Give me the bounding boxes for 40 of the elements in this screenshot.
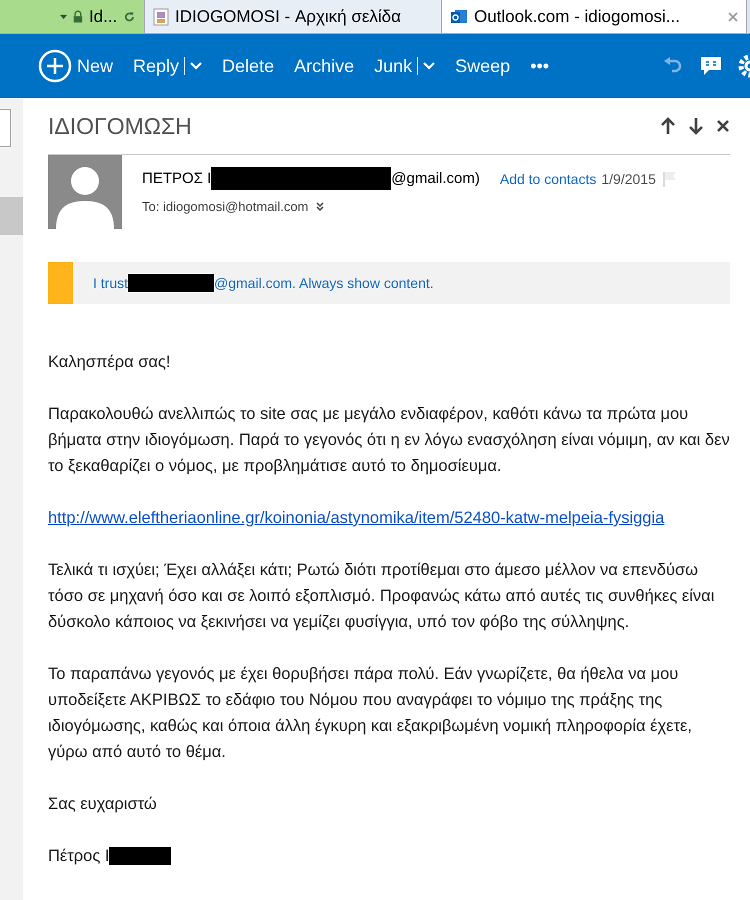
trust-link[interactable]: @gmail.com. Always show content. [214,275,434,291]
browser-tab[interactable]: Outlook.com - idiogomosi... [442,0,747,33]
toolbar-button[interactable]: Reply [123,44,212,88]
arrow-up-icon[interactable] [660,117,676,135]
message-subject: ΙΔΙΟΓΟΜΩΣΗ [48,112,192,140]
expand-icon[interactable] [316,202,324,212]
article-link[interactable]: http://www.eleftheriaonline.gr/koinonia/astynomika/item/52480-katw-melpeia-fysiggia [48,509,664,527]
toolbar-button[interactable]: ••• [520,44,560,88]
message-paragraph: Το παραπάνω γεγονός με έχει θορυβήσει πάρα πολύ. Εάν γνωρίζετε, θα ήθελα να μου υποδείξετε ΑΚΡΙΒΩΣ το εδάφιο του Νόμου που αναγράφει το νόμιμο της πράξης της ιδιογόμωσης, καθώς και όποια άλλη έγκυρη και εξακριβωμένη νομική πληροφορία έχετε, γύρω από αυτό το θέμα. [48,664,693,763]
mail-icon [450,8,468,26]
browser-tab[interactable]: IDIOGOMOSI - Αρχική σελίδα [145,0,442,33]
arrow-down-icon[interactable] [688,117,704,135]
plus-icon [38,49,72,83]
message-paragraph: Τελικά τι ισχύει; Έχει αλλάξει κάτι; Ρωτώ διότι προτίθεμαι στο άμεσο μέλλον να επενδύσω τόσο σε μηχανή όσο και σε λοιπό εξοπλισμό. Προφανώς κάτω από αυτές τις συνθήκες είναι δύσκολο κάποιος να ξεκινήσει να γεμίζει φυσίγγια, υπό τον φόβο της σύλληψης. [48,560,716,633]
toolbar-button[interactable]: New [28,44,124,88]
toolbar-button[interactable]: Junk [364,44,446,88]
toolbar-button[interactable]: Sweep [445,44,520,88]
close-icon[interactable] [716,119,730,133]
page-icon [153,8,169,26]
message-date: 1/9/2015 [601,170,656,186]
sender-name: ΠΕΤΡΟΣ Ι [142,170,212,187]
chevron-down-icon [423,62,436,70]
chevron-down-icon [190,62,202,70]
message-paragraph: Καλησπέρα σας! [48,352,172,373]
message-paragraph: Σας ευχαριστώ [48,794,158,815]
toolbar-button[interactable]: Delete [212,44,284,88]
sender-email: @gmail.com) [391,170,480,187]
message-paragraph: Παρακολουθώ ανελλιπώς το site σας με μεγάλο ενδιαφέρον, καθότι κάνω τα πρώτα μου βήματα στην ιδιογόμωση. Παρά το γεγονός ότι η εν λόγω ενασχόληση είναι νόμιμη, αν και δεν το ξεκαθαρίζει ο νόμος, με προβλημάτισε αυτό το δημοσίευμα. [48,404,730,477]
signature: Πέτρος Ι [48,846,110,867]
warning-stripe [48,262,73,304]
add-to-contacts-link[interactable]: Add to contacts [500,170,596,186]
trust-link[interactable]: I trust [93,275,128,291]
dropdown-icon[interactable] [60,14,68,20]
recipient: To: idiogomosi@hotmail.com [142,199,308,214]
lock-icon [73,8,83,25]
redaction-bar [109,847,172,865]
search-field[interactable] [0,109,11,147]
feedback-icon[interactable] [700,55,722,77]
toolbar-button[interactable]: Archive [284,44,364,88]
address-bar[interactable]: Id... [0,0,145,33]
